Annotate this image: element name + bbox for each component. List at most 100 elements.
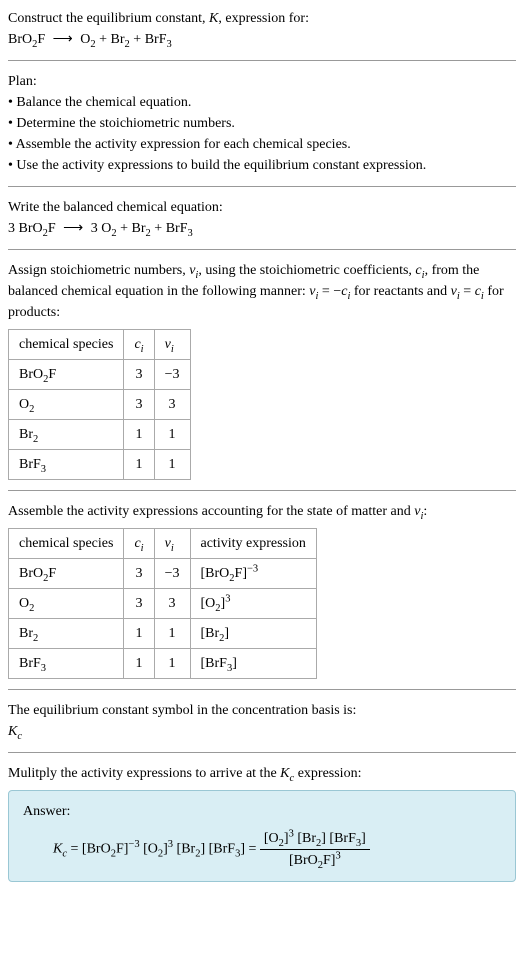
activity-cell: [O2]3	[190, 589, 316, 619]
stoich-table: chemical species ci νi BrO2F 3 −3 O2 3 3…	[8, 329, 191, 480]
activity-text: Assemble the activity expressions accoun…	[8, 501, 516, 522]
txt: , using the stoichiometric coefficients,	[198, 263, 415, 278]
table-row: BrF3 1 1	[9, 450, 191, 480]
divider	[8, 186, 516, 187]
sub: 3	[187, 228, 192, 239]
nui-cell: 3	[154, 589, 190, 619]
activity-cell: [BrO2F]−3	[190, 559, 316, 589]
ci-cell: 1	[124, 420, 154, 450]
coef-3b: 3	[91, 221, 102, 236]
ci-cell: 3	[124, 390, 154, 420]
activity-table: chemical species ci νi activity expressi…	[8, 528, 317, 679]
o2: O	[101, 221, 111, 236]
species-cell: O2	[9, 589, 124, 619]
col-ci: ci	[124, 529, 154, 559]
divider	[8, 60, 516, 61]
activity-section: Assemble the activity expressions accoun…	[8, 501, 516, 679]
ci-cell: 3	[124, 360, 154, 390]
plan-bullet-2: • Determine the stoichiometric numbers.	[8, 113, 516, 134]
eq-o2: O	[80, 32, 90, 47]
plan-title: Plan:	[8, 71, 516, 92]
plus: +	[117, 221, 132, 236]
plus: +	[151, 221, 166, 236]
ci-cell: 1	[124, 619, 154, 649]
species-cell: Br2	[9, 420, 124, 450]
balanced-section: Write the balanced chemical equation: 3 …	[8, 197, 516, 239]
ci-cell: 1	[124, 649, 154, 679]
table-row: BrO2F 3 −3	[9, 360, 191, 390]
col-ci: ci	[124, 330, 154, 360]
multiply-text: Mulitply the activity expressions to arr…	[8, 763, 516, 784]
table-header-row: chemical species ci νi activity expressi…	[9, 529, 317, 559]
species-cell: BrO2F	[9, 360, 124, 390]
table-row: O2 3 3	[9, 390, 191, 420]
br2: Br	[132, 221, 146, 236]
table-header-row: chemical species ci νi	[9, 330, 191, 360]
col-species: chemical species	[9, 330, 124, 360]
ci-cell: 3	[124, 589, 154, 619]
species-cell: BrO2F	[9, 559, 124, 589]
kc: K	[53, 842, 62, 857]
nui-cell: 3	[154, 390, 190, 420]
table-row: Br2 1 1	[9, 420, 191, 450]
balanced-equation: 3 BrO2F ⟶ 3 O2 + Br2 + BrF3	[8, 218, 516, 239]
nui-cell: −3	[154, 360, 190, 390]
nui-cell: 1	[154, 450, 190, 480]
kc-section: The equilibrium constant symbol in the c…	[8, 700, 516, 742]
nui-cell: 1	[154, 619, 190, 649]
coef-3a: 3	[8, 221, 19, 236]
arrow-icon: ⟶	[53, 29, 73, 50]
kc-symbol: Kc	[8, 721, 516, 742]
f-text: F	[37, 32, 45, 47]
col-nui: νi	[154, 529, 190, 559]
species-cell: Br2	[9, 619, 124, 649]
k-var: K	[209, 11, 218, 26]
txt: Assign stoichiometric numbers,	[8, 263, 189, 278]
answer-label: Answer:	[23, 801, 501, 822]
plan-bullet-4: • Use the activity expressions to build …	[8, 155, 516, 176]
nui-cell: −3	[154, 559, 190, 589]
plus-2: +	[130, 32, 145, 47]
intro-text-1: Construct the equilibrium constant,	[8, 11, 209, 26]
divider	[8, 689, 516, 690]
nui-cell: 1	[154, 420, 190, 450]
eq-brf3: BrF	[145, 32, 167, 47]
stoich-section: Assign stoichiometric numbers, νi , using…	[8, 260, 516, 480]
eq-br2: Br	[111, 32, 125, 47]
table-row: Br2 1 1 [Br2]	[9, 619, 317, 649]
table-row: BrF3 1 1 [BrF3]	[9, 649, 317, 679]
arrow-icon: ⟶	[63, 218, 83, 239]
intro-text-2: , expression for:	[218, 11, 309, 26]
table-row: BrO2F 3 −3 [BrO2F]−3	[9, 559, 317, 589]
fraction: [O2]3 [Br2] [BrF3][BrO2F]3	[260, 828, 370, 871]
eq: =	[460, 284, 475, 299]
species-cell: BrF3	[9, 450, 124, 480]
answer-equation: Kc = [BrO2F]−3 [O2]3 [Br2] [BrF3] = [O2]…	[23, 828, 501, 871]
brf3: BrF	[166, 221, 188, 236]
balanced-title: Write the balanced chemical equation:	[8, 197, 516, 218]
denominator: [BrO2F]3	[260, 850, 370, 871]
plan-section: Plan: • Balance the chemical equation. •…	[8, 71, 516, 176]
bro2f: BrO	[19, 221, 43, 236]
multiply-section: Mulitply the activity expressions to arr…	[8, 763, 516, 882]
divider	[8, 249, 516, 250]
species-cell: O2	[9, 390, 124, 420]
activity-cell: [Br2]	[190, 619, 316, 649]
stoich-paragraph: Assign stoichiometric numbers, νi, using…	[8, 260, 516, 323]
plan-bullet-3: • Assemble the activity expression for e…	[8, 134, 516, 155]
nui-cell: 1	[154, 649, 190, 679]
plan-bullet-1: • Balance the chemical equation.	[8, 92, 516, 113]
ci-cell: 1	[124, 450, 154, 480]
sub-3: 3	[166, 39, 171, 50]
table-row: O2 3 3 [O2]3	[9, 589, 317, 619]
ci-cell: 3	[124, 559, 154, 589]
intro-section: Construct the equilibrium constant, K, e…	[8, 8, 516, 50]
col-activity: activity expression	[190, 529, 316, 559]
intro-line: Construct the equilibrium constant, K, e…	[8, 8, 516, 29]
kc-text: The equilibrium constant symbol in the c…	[8, 700, 516, 721]
divider	[8, 490, 516, 491]
col-nui: νi	[154, 330, 190, 360]
plus-1: +	[96, 32, 111, 47]
f: F	[48, 221, 56, 236]
col-species: chemical species	[9, 529, 124, 559]
